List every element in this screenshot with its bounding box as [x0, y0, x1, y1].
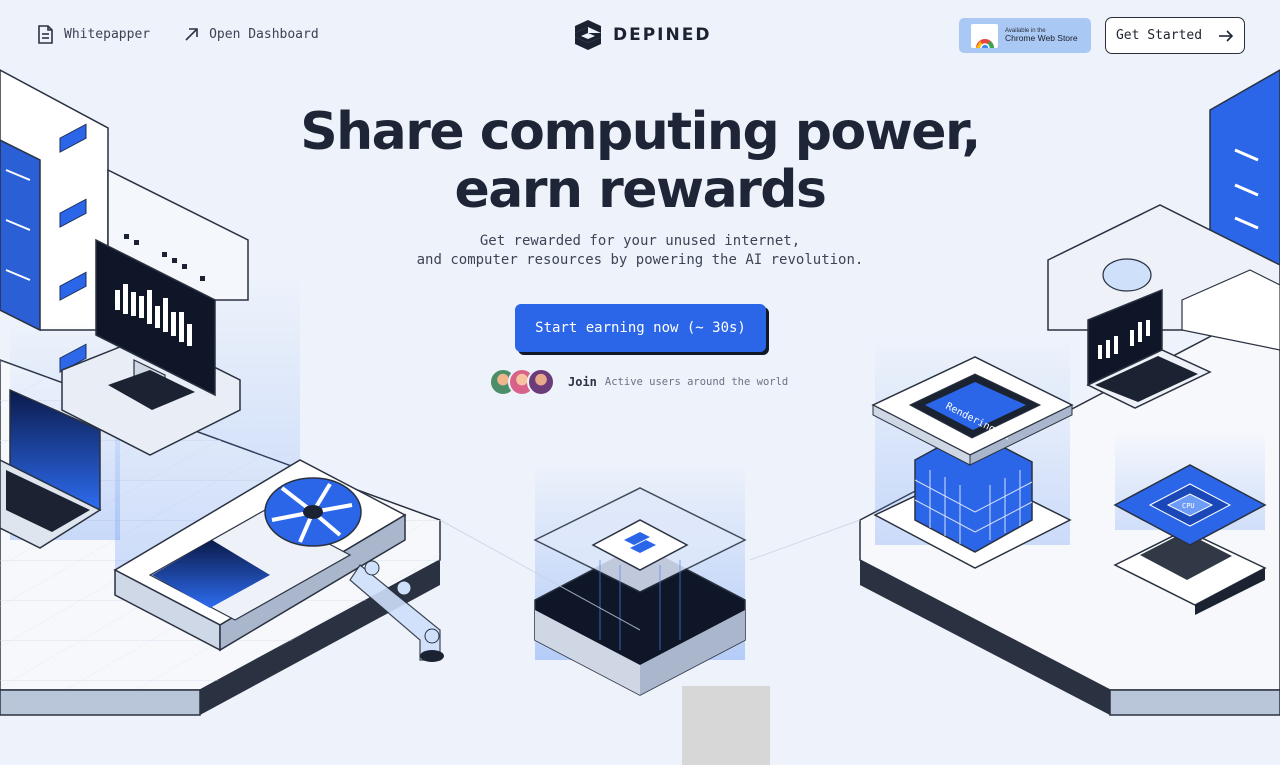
get-started-button[interactable]: Get Started	[1105, 17, 1245, 54]
arrow-right-icon	[1219, 29, 1234, 42]
hero-title-line1: Share computing power,	[300, 102, 981, 162]
whitepaper-link[interactable]: Whitepapper	[37, 25, 150, 44]
cpu-text: CPU	[1182, 502, 1195, 510]
join-row: Join Active users around the world	[489, 368, 788, 396]
document-icon	[38, 25, 53, 44]
hero-subtitle-line1: Get rewarded for your unused internet,	[479, 233, 801, 249]
chrome-icon	[971, 23, 998, 48]
join-subtext: Active users around the world	[604, 376, 789, 388]
depined-logo-icon	[575, 20, 601, 50]
brand-name: DEPINED	[613, 25, 712, 45]
brand-logo[interactable]: DEPINED	[573, 20, 711, 50]
chrome-web-store-badge[interactable]: Available in the Chrome Web Store	[959, 18, 1091, 53]
whitepaper-label: Whitepapper	[64, 27, 151, 42]
hero-subtitle-line2: and computer resources by powering the A…	[416, 252, 864, 268]
badge-big-text: Chrome Web Store	[1005, 33, 1078, 44]
get-started-label: Get Started	[1115, 28, 1203, 43]
hero-title-line2: earn rewards	[454, 160, 827, 220]
hero-title: Share computing power, earn rewards	[0, 103, 1280, 219]
hero-subtitle: Get rewarded for your unused internet, a…	[0, 232, 1280, 270]
start-earning-label: Start earning now (~ 30s)	[535, 320, 746, 336]
open-dashboard-link[interactable]: Open Dashboard	[184, 27, 319, 42]
join-label: Join	[568, 375, 597, 389]
avatar	[527, 368, 555, 396]
start-earning-button[interactable]: Start earning now (~ 30s)	[515, 304, 766, 352]
open-dashboard-label: Open Dashboard	[209, 27, 319, 42]
arrow-up-right-icon	[185, 28, 198, 41]
